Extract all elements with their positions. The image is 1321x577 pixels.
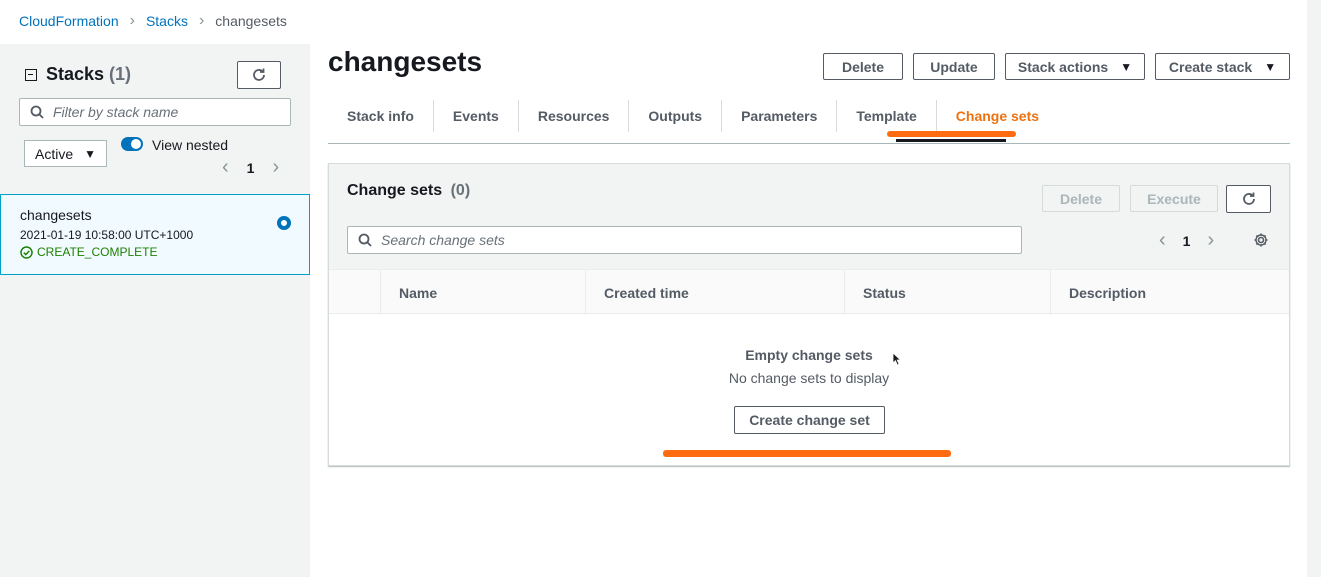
search-change-sets-placeholder: Search change sets [381,232,505,248]
search-change-sets-input[interactable]: Search change sets [347,226,1022,254]
highlight-underline-annotation [887,131,1016,137]
next-page-icon[interactable]: › [1207,229,1214,252]
page-title: changesets [328,46,483,77]
stack-status: CREATE_COMPLETE [20,245,157,259]
filter-stacks-placeholder: Filter by stack name [53,104,179,120]
create-stack-button[interactable]: Create stack ▼ [1155,53,1290,80]
refresh-icon [1242,192,1255,205]
search-icon [30,105,44,119]
current-page[interactable]: 1 [247,160,255,176]
stacks-pagination: ‹ 1 › [222,156,279,179]
stack-actions-label: Stack actions [1017,58,1109,75]
stack-actions-button[interactable]: Stack actions ▼ [1005,53,1145,80]
empty-state-title: Empty change sets [745,347,873,363]
stack-name[interactable]: changesets [20,207,92,223]
success-check-icon [20,245,33,259]
change-sets-header: Change sets (0) Delete Execute Search ch… [329,164,1289,269]
stack-list-item[interactable]: changesets 2021-01-19 10:58:00 UTC+1000 … [0,194,310,275]
stacks-panel: Stacks (1) Filter by stack name Active ▼… [0,44,310,577]
refresh-icon [253,68,265,81]
caret-down-icon: ▼ [1120,59,1133,74]
breadcrumb-separator-icon: › [198,12,205,29]
delete-stack-button[interactable]: Delete [823,53,903,80]
previous-page-icon[interactable]: ‹ [1159,229,1166,252]
current-page[interactable]: 1 [1183,233,1191,249]
filter-stacks-input[interactable]: Filter by stack name [19,98,291,126]
breadcrumb: CloudFormation › Stacks › changesets [19,12,287,30]
change-sets-title-label: Change sets [347,182,443,199]
update-stack-button[interactable]: Update [913,53,995,80]
breadcrumb-stacks[interactable]: Stacks [146,13,188,29]
view-nested-label: View nested [152,137,229,153]
change-sets-pagination: ‹ 1 › [1159,229,1214,252]
stack-select-radio[interactable] [277,216,291,230]
breadcrumb-separator-icon: › [129,12,135,29]
status-filter-value: Active [35,145,74,162]
tab-change-sets[interactable]: Change sets [937,100,1058,132]
collapse-panel-icon[interactable] [25,68,37,81]
delete-change-set-label: Delete [1059,190,1103,207]
tab-outputs[interactable]: Outputs [629,100,723,132]
change-sets-count: (0) [450,182,471,199]
stacks-title-label: Stacks [46,64,105,84]
search-icon [358,233,372,247]
tab-parameters[interactable]: Parameters [722,100,838,132]
column-header-description[interactable]: Description [1050,270,1289,315]
change-sets-panel: Change sets (0) Delete Execute Search ch… [328,163,1290,466]
change-sets-table-header: Name Created time Status Description [329,269,1289,315]
column-header-status[interactable]: Status [844,270,1050,315]
breadcrumb-cloudformation[interactable]: CloudFormation [19,13,119,29]
refresh-stacks-button[interactable] [237,61,281,89]
delete-stack-label: Delete [841,58,885,75]
tab-resources[interactable]: Resources [519,100,630,132]
right-edge-strip [1307,0,1321,577]
execute-change-set-button[interactable]: Execute [1130,185,1218,212]
change-sets-title: Change sets (0) [347,182,470,200]
next-page-icon[interactable]: › [272,156,279,179]
create-stack-label: Create stack [1168,58,1253,75]
mouse-cursor-icon [892,352,901,366]
breadcrumb-current: changesets [215,13,287,29]
view-nested-toggle[interactable] [121,137,143,151]
stacks-panel-title: Stacks (1) [25,64,131,85]
settings-gear-icon[interactable] [1253,232,1269,248]
column-header-name[interactable]: Name [380,270,585,315]
column-header-created-time[interactable]: Created time [585,270,844,315]
highlight-underline-annotation [663,450,951,457]
status-filter-select[interactable]: Active ▼ [24,140,107,167]
active-tab-indicator [896,139,1006,142]
tab-stack-info[interactable]: Stack info [328,100,434,132]
create-change-set-label: Create change set [749,412,870,428]
previous-page-icon[interactable]: ‹ [222,156,229,179]
stack-status-label: CREATE_COMPLETE [37,245,158,259]
update-stack-label: Update [930,58,978,75]
delete-change-set-button[interactable]: Delete [1042,185,1120,212]
stack-created-time: 2021-01-19 10:58:00 UTC+1000 [20,228,194,242]
stack-tabs: Stack info Events Resources Outputs Para… [328,100,1290,144]
execute-change-set-label: Execute [1147,190,1201,207]
caret-down-icon: ▼ [84,146,96,161]
caret-down-icon: ▼ [1264,59,1277,74]
stacks-count: (1) [109,64,132,84]
tab-events[interactable]: Events [434,100,519,132]
create-change-set-button[interactable]: Create change set [734,406,885,434]
refresh-change-sets-button[interactable] [1226,185,1271,213]
empty-state-subtitle: No change sets to display [728,370,890,386]
tab-template[interactable]: Template [837,100,937,132]
